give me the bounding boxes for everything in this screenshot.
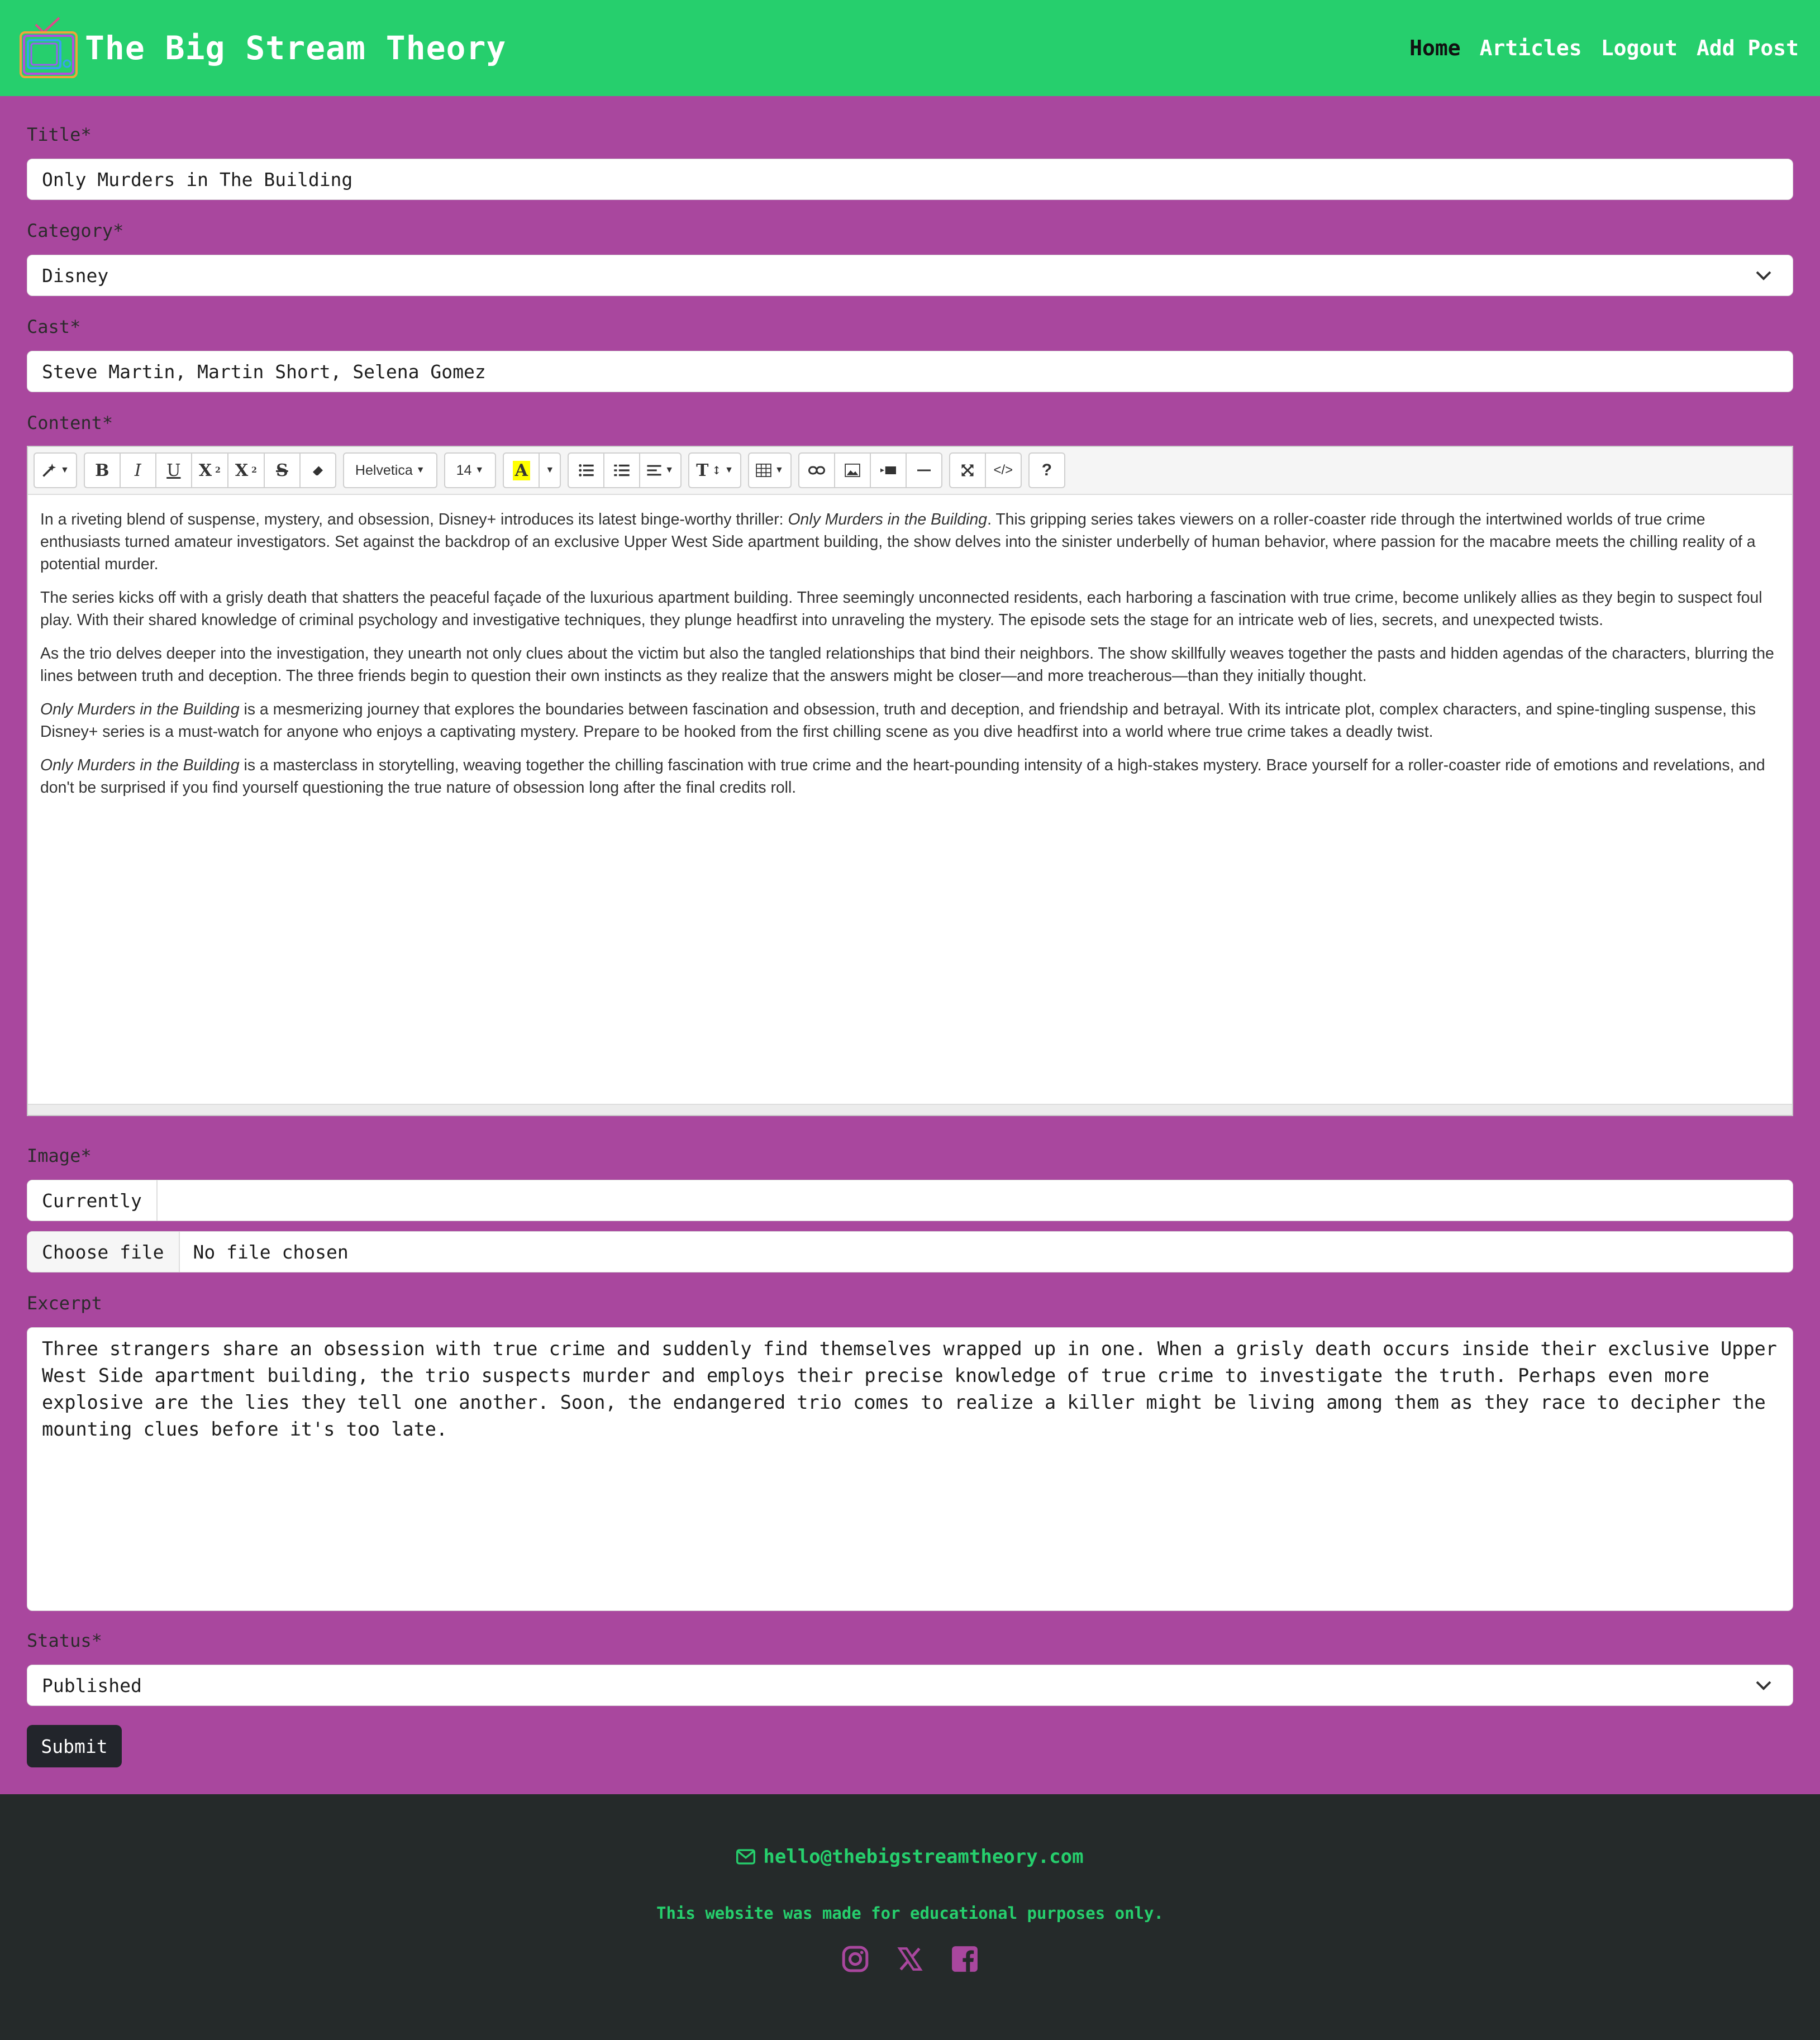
bold-icon[interactable]: B — [83, 452, 121, 488]
rich-text-editor: ▼ B I U X2 X2 S Helvetica ▼ 14 ▼ A ▼ ▼ T… — [27, 446, 1793, 1116]
nav-logout[interactable]: Logout — [1601, 36, 1678, 60]
tv-logo-icon — [20, 17, 78, 78]
excerpt-textarea[interactable]: Three strangers share an obsession with … — [27, 1327, 1793, 1611]
magic-icon[interactable]: ▼ — [34, 452, 77, 488]
ordered-list-icon[interactable] — [603, 452, 641, 488]
image-currently-label: Currently — [27, 1180, 158, 1221]
editor-paragraph: In a riveting blend of suspense, mystery… — [40, 511, 1756, 573]
status-select-value: Published — [42, 1674, 142, 1696]
status-label: Status* — [27, 1630, 102, 1651]
code-view-icon[interactable]: </> — [984, 452, 1022, 488]
file-name-display: No file chosen — [193, 1241, 349, 1263]
font-name-dropdown[interactable]: Helvetica ▼ — [342, 452, 437, 488]
nav-links: Home Articles Logout Add Post — [1409, 36, 1799, 60]
superscript-icon[interactable]: X2 — [190, 452, 228, 488]
italic-icon[interactable]: I — [119, 452, 156, 488]
nav-articles[interactable]: Articles — [1480, 36, 1582, 60]
footer-note: This website was made for educational pu… — [656, 1904, 1164, 1923]
editor-paragraph: The series kicks off with a grisly death… — [40, 589, 1762, 629]
cast-input-value: Steve Martin, Martin Short, Selena Gomez — [42, 360, 486, 383]
facebook-icon[interactable] — [951, 1945, 979, 1973]
picture-icon[interactable] — [833, 452, 871, 488]
status-select[interactable]: Published — [27, 1665, 1793, 1706]
video-icon[interactable] — [869, 452, 907, 488]
title-input-value: Only Murders in The Building — [42, 168, 353, 190]
title-label: Title* — [27, 124, 92, 145]
fullscreen-icon[interactable] — [949, 452, 986, 488]
instagram-icon[interactable] — [841, 1945, 869, 1973]
link-icon[interactable] — [798, 452, 835, 488]
title-input[interactable]: Only Murders in The Building — [27, 159, 1793, 200]
category-label: Category* — [27, 220, 124, 241]
highlight-dropdown-caret[interactable]: ▼ — [539, 452, 561, 488]
brand-title: The Big Stream Theory — [85, 29, 507, 67]
chevron-down-icon — [1756, 1681, 1771, 1690]
editor-paragraph: Only Murders in the Building is a master… — [40, 756, 1765, 797]
subscript-icon[interactable]: X2 — [227, 452, 265, 488]
editor-content[interactable]: In a riveting blend of suspense, mystery… — [28, 495, 1792, 823]
editor-toolbar: ▼ B I U X2 X2 S Helvetica ▼ 14 ▼ A ▼ ▼ T… — [28, 447, 1792, 495]
font-size-dropdown[interactable]: 14 ▼ — [444, 452, 497, 488]
x-twitter-icon[interactable] — [896, 1945, 924, 1973]
footer-email-link[interactable]: hello@thebigstreamtheory.com — [0, 1846, 1820, 1868]
unordered-list-icon[interactable] — [568, 452, 605, 488]
editor-paragraph: Only Murders in the Building is a mesmer… — [40, 700, 1756, 741]
category-select[interactable]: Disney — [27, 255, 1793, 296]
category-select-value: Disney — [42, 264, 109, 287]
strikethrough-icon[interactable]: S — [263, 452, 301, 488]
cast-label: Cast* — [27, 316, 81, 337]
navbar: The Big Stream Theory Home Articles Logo… — [0, 0, 1820, 96]
table-icon[interactable]: ▼ — [748, 452, 792, 488]
highlight-icon[interactable]: A — [503, 452, 540, 488]
image-label: Image* — [27, 1145, 92, 1166]
editor-resize-bar[interactable] — [28, 1104, 1792, 1115]
excerpt-text: Three strangers share an obsession with … — [42, 1338, 1777, 1440]
help-icon[interactable]: ? — [1028, 452, 1065, 488]
underline-icon[interactable]: U — [155, 452, 192, 488]
cast-input[interactable]: Steve Martin, Martin Short, Selena Gomez — [27, 351, 1793, 392]
footer: hello@thebigstreamtheory.com This websit… — [0, 1794, 1820, 2040]
social-links — [0, 1945, 1820, 1973]
brand[interactable]: The Big Stream Theory — [19, 15, 506, 82]
horizontal-rule-icon[interactable] — [905, 452, 942, 488]
footer-email: hello@thebigstreamtheory.com — [763, 1846, 1084, 1868]
excerpt-label: Excerpt — [27, 1293, 102, 1314]
content-label: Content* — [27, 412, 113, 433]
nav-add-post[interactable]: Add Post — [1697, 36, 1799, 60]
align-icon[interactable]: ▼ — [639, 452, 682, 488]
image-file-input[interactable]: Choose file No file chosen — [27, 1231, 1793, 1272]
choose-file-button[interactable]: Choose file — [27, 1232, 180, 1272]
editor-paragraph: As the trio delves deeper into the inves… — [40, 645, 1774, 685]
chevron-down-icon — [1756, 271, 1771, 280]
eraser-icon[interactable] — [299, 452, 336, 488]
nav-home[interactable]: Home — [1409, 36, 1461, 60]
image-current-row: Currently — [27, 1180, 1793, 1221]
line-height-icon[interactable]: T ↕ ▼ — [688, 452, 742, 488]
submit-button[interactable]: Submit — [27, 1725, 122, 1767]
envelope-icon — [736, 1849, 756, 1865]
